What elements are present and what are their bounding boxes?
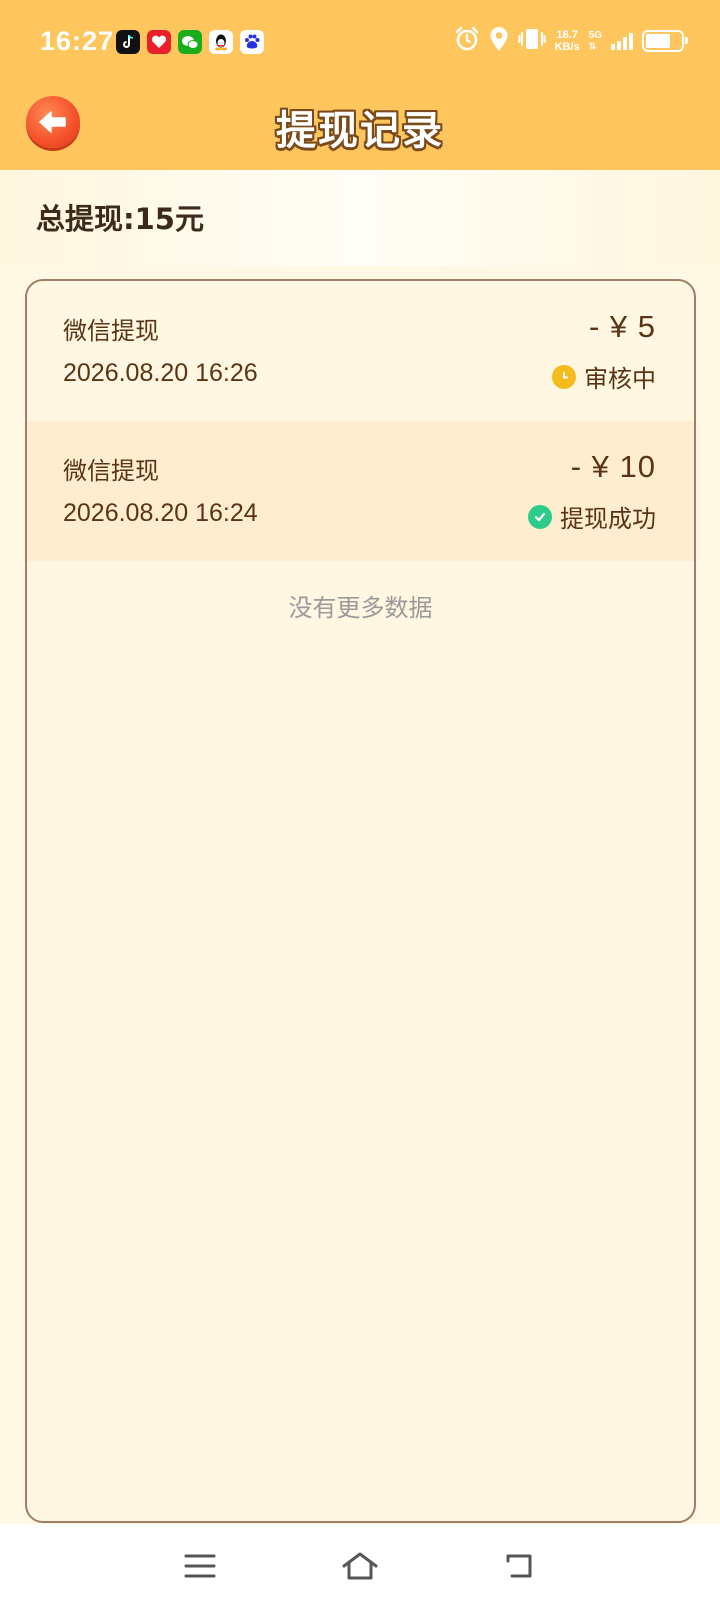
signal-icon xyxy=(611,32,633,50)
network-type-label: 5G xyxy=(588,30,602,41)
qq-icon xyxy=(209,30,233,54)
page-title: 提现记录 xyxy=(276,108,444,154)
home-icon xyxy=(342,1552,378,1580)
network-speed: 18.7 KB/s xyxy=(555,29,580,53)
withdraw-record-list[interactable]: 微信提现 2026.08.20 16:26 - ¥ 5 审核中 微信提现 202… xyxy=(25,279,696,1523)
record-method: 微信提现 xyxy=(63,457,159,485)
red-app-icon xyxy=(147,30,171,54)
record-row[interactable]: 微信提现 2026.08.20 16:24 - ¥ 10 提现成功 xyxy=(27,421,694,561)
notification-app-icons xyxy=(116,30,264,54)
data-arrows-icon: ⇅ xyxy=(588,41,597,51)
status-time: 16:27 xyxy=(40,26,115,56)
record-date: 2026.08.20 16:26 xyxy=(63,359,258,387)
network-type: 5G ⇅ xyxy=(589,30,602,52)
total-withdraw-text: 总提现:15元 xyxy=(36,202,204,236)
page-header: 提现记录 xyxy=(0,84,720,170)
record-status-label: 提现成功 xyxy=(560,505,656,533)
back-icon xyxy=(506,1554,532,1578)
location-icon xyxy=(489,26,509,56)
status-bar: 16:27 18.7 KB/s 5G ⇅ xyxy=(0,0,720,84)
record-amount: - ¥ 10 xyxy=(570,449,656,484)
record-row[interactable]: 微信提现 2026.08.20 16:26 - ¥ 5 审核中 xyxy=(27,281,694,421)
list-end-text: 没有更多数据 xyxy=(288,594,433,622)
alarm-icon xyxy=(454,26,480,56)
withdraw-summary: 总提现:15元 xyxy=(0,170,720,266)
network-speed-value: 18.7 xyxy=(556,29,578,41)
network-speed-unit: KB/s xyxy=(554,41,580,53)
record-date: 2026.08.20 16:24 xyxy=(63,499,258,527)
system-status-icons: 18.7 KB/s 5G ⇅ xyxy=(454,26,688,56)
record-amount: - ¥ 5 xyxy=(588,309,656,344)
wechat-icon xyxy=(178,30,202,54)
baidu-icon xyxy=(240,30,264,54)
check-circle-icon xyxy=(528,504,552,529)
vibrate-icon xyxy=(518,26,546,56)
record-status: 审核中 xyxy=(552,359,656,394)
battery-icon xyxy=(642,30,688,52)
home-button[interactable] xyxy=(338,1544,382,1588)
top-bar: 16:27 18.7 KB/s 5G ⇅ 提现记录 xyxy=(0,0,720,170)
menu-button[interactable] xyxy=(178,1544,222,1588)
nav-back-button[interactable] xyxy=(498,1544,542,1588)
record-status-label: 审核中 xyxy=(584,365,656,393)
menu-icon xyxy=(184,1554,216,1578)
clock-icon xyxy=(552,364,576,389)
record-method: 微信提现 xyxy=(63,317,159,345)
record-status: 提现成功 xyxy=(528,499,656,534)
system-nav-bar xyxy=(0,1524,720,1608)
tiktok-icon xyxy=(116,30,140,54)
